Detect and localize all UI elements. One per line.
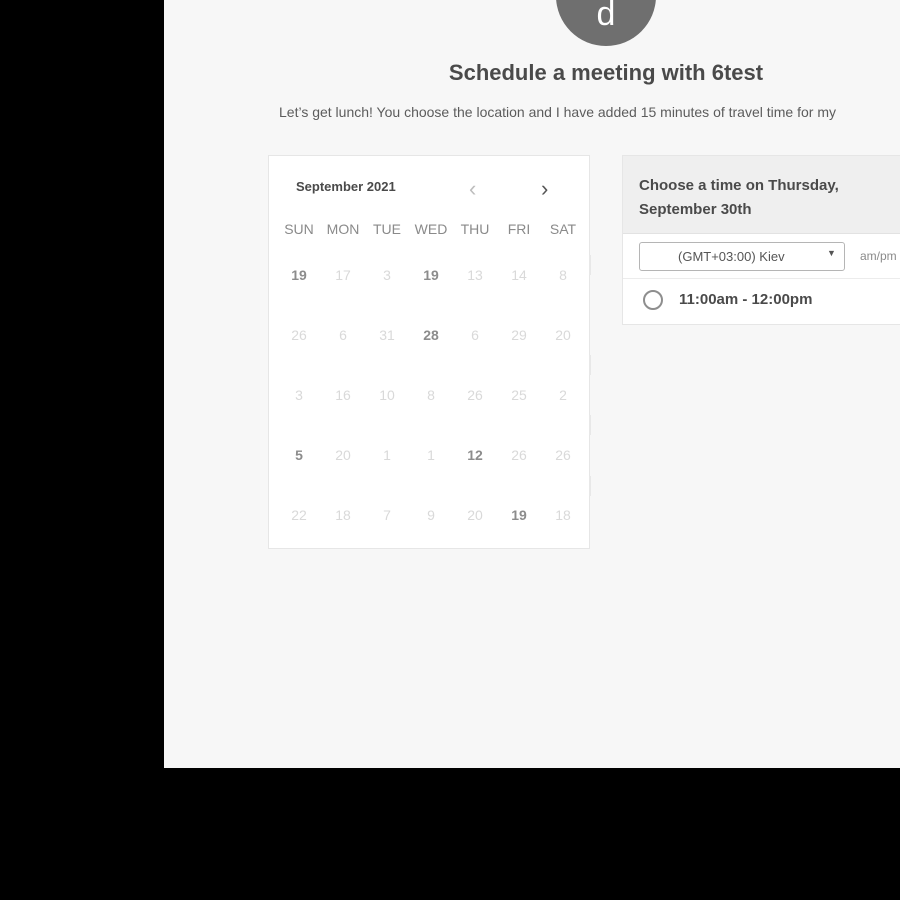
calendar-edge-marker <box>589 255 591 275</box>
calendar-day: 9 <box>427 507 435 523</box>
host-avatar: d <box>556 0 656 46</box>
timezone-value: (GMT+03:00) Kiev <box>678 249 785 264</box>
calendar-edge-marker <box>589 355 591 375</box>
previous-month-icon[interactable]: ‹ <box>469 178 476 200</box>
calendar-day[interactable]: 28 <box>409 327 453 343</box>
calendar-day: 25 <box>511 387 527 403</box>
calendar-day[interactable]: 19 <box>497 507 541 523</box>
calendar-day[interactable]: 12 <box>453 447 497 463</box>
weekday-header-sat: SAT <box>549 221 577 237</box>
calendar-day: 29 <box>511 327 527 343</box>
calendar-day: 26 <box>511 447 527 463</box>
scheduling-page: d Schedule a meeting with 6test Let’s ge… <box>164 0 900 768</box>
next-month-icon[interactable]: › <box>541 178 548 200</box>
calendar-day: 18 <box>335 507 351 523</box>
weekday-header-fri: FRI <box>507 221 531 237</box>
time-slot-label: 11:00am - 12:00pm <box>679 291 813 308</box>
calendar-day: 31 <box>379 327 395 343</box>
weekday-header-mon: MON <box>326 221 360 237</box>
calendar-day[interactable]: 19 <box>409 267 453 283</box>
calendar-day: 20 <box>335 447 351 463</box>
weekday-header-thu: THU <box>460 221 490 237</box>
calendar-day: 26 <box>291 327 307 343</box>
calendar-day: 8 <box>559 267 567 283</box>
calendar-day: 20 <box>555 327 571 343</box>
calendar-day[interactable]: 19 <box>277 267 321 283</box>
calendar-day: 18 <box>555 507 571 523</box>
time-selection-panel: Choose a time on Thursday, September 30t… <box>622 155 900 325</box>
calendar-day: 6 <box>339 327 347 343</box>
calendar-day[interactable]: 5 <box>277 447 321 463</box>
calendar-day: 1 <box>427 447 435 463</box>
calendar-day: 22 <box>291 507 307 523</box>
divider <box>623 278 900 279</box>
avatar-initial: d <box>596 0 616 33</box>
time-panel-header: Choose a time on Thursday, September 30t… <box>623 156 900 234</box>
calendar-edge-marker <box>589 415 591 435</box>
time-slot-option[interactable]: 11:00am - 12:00pm <box>641 288 900 316</box>
calendar-day: 1 <box>383 447 391 463</box>
calendar-edge-marker <box>589 476 591 496</box>
weekday-header-tue: TUE <box>373 221 401 237</box>
calendar-day: 17 <box>335 267 351 283</box>
calendar-day: 3 <box>295 387 303 403</box>
caret-down-icon: ▼ <box>827 248 836 258</box>
calendar-day: 26 <box>467 387 483 403</box>
calendar-month-label: September 2021 <box>296 179 396 194</box>
calendar-day: 3 <box>383 267 391 283</box>
calendar-day: 20 <box>467 507 483 523</box>
calendar-day: 8 <box>427 387 435 403</box>
date-picker-calendar: September 2021 ‹ › SUN MON TUE WED THU F… <box>268 155 591 549</box>
calendar-day: 2 <box>559 387 567 403</box>
page-title: Schedule a meeting with 6test <box>448 60 764 85</box>
event-description: Let’s get lunch! You choose the location… <box>279 104 836 120</box>
weekday-header-wed: WED <box>414 221 448 237</box>
calendar-day: 7 <box>383 507 391 523</box>
calendar-day: 26 <box>555 447 571 463</box>
timezone-select[interactable]: (GMT+03:00) Kiev ▼ <box>639 242 845 271</box>
weekday-header-sun: SUN <box>284 221 314 237</box>
calendar-day: 16 <box>335 387 351 403</box>
calendar-day: 14 <box>511 267 527 283</box>
time-format-toggle[interactable]: am/pm <box>860 249 897 263</box>
calendar-day: 10 <box>379 387 395 403</box>
radio-button-icon[interactable] <box>643 290 663 310</box>
calendar-day: 6 <box>471 327 479 343</box>
calendar-day: 13 <box>467 267 483 283</box>
selected-date-heading: Choose a time on Thursday, September 30t… <box>639 177 839 218</box>
